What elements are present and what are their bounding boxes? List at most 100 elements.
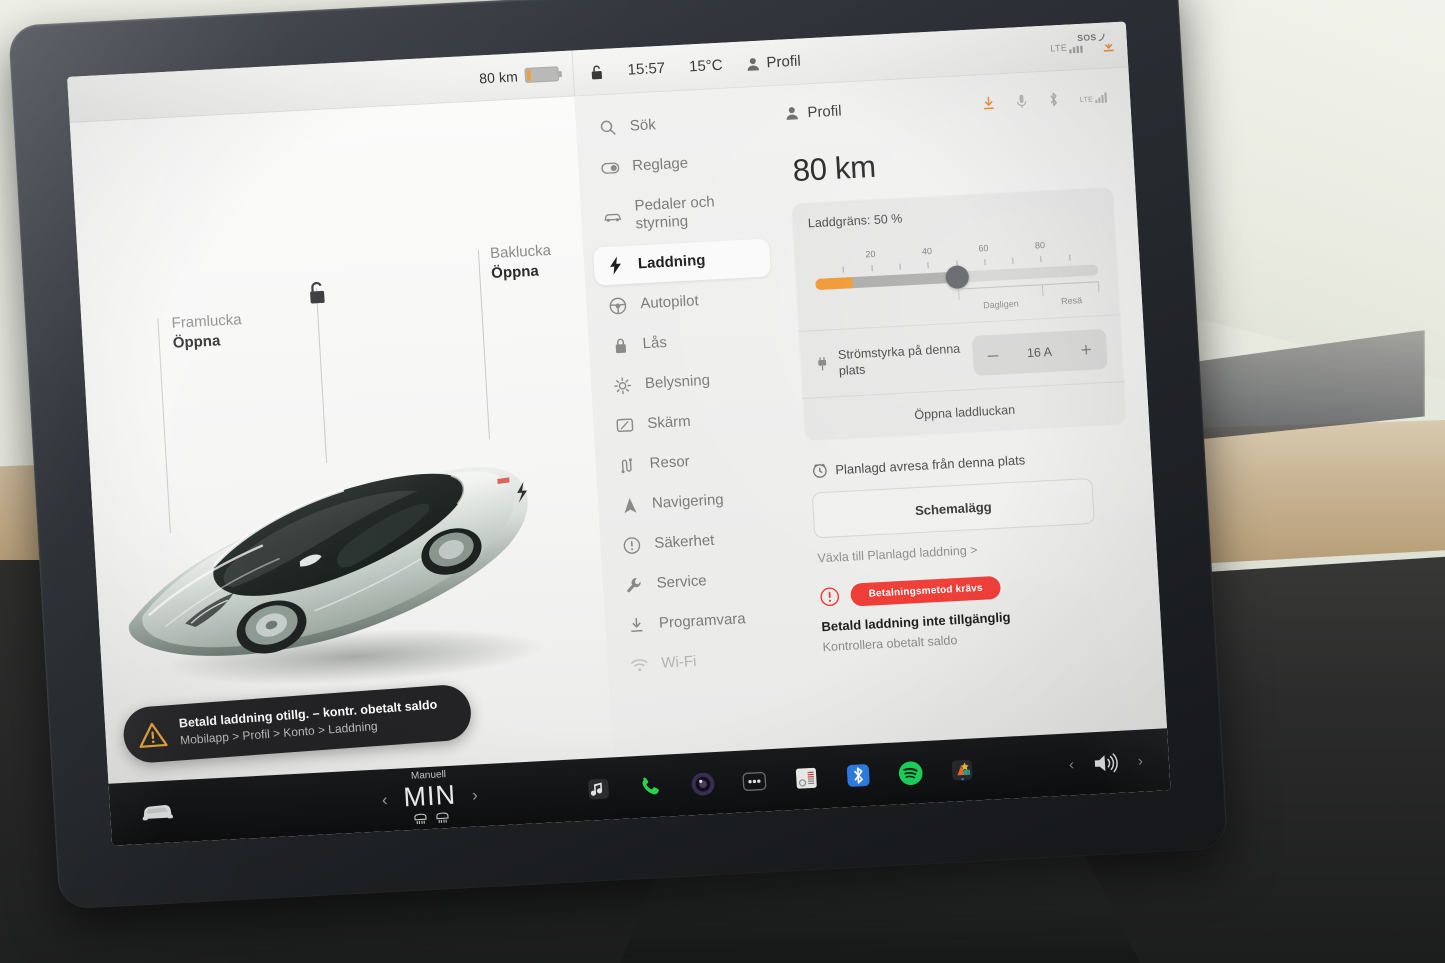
sidebar-item-navigering[interactable]: Navigering — [607, 478, 785, 525]
sidebar-label: Navigering — [651, 491, 725, 512]
rear-trunk-title: Baklucka — [489, 241, 552, 263]
alert-circle-icon — [820, 586, 840, 606]
display-icon — [615, 418, 635, 433]
sidebar-item-belysning[interactable]: Belysning — [600, 358, 778, 405]
seat-heater-row[interactable] — [412, 812, 450, 826]
charge-limit-slider[interactable]: 20 40 60 80 Dagligen Resä — [814, 237, 1101, 326]
amperage-stepper[interactable]: – 16 A + — [971, 328, 1108, 376]
climate-control[interactable]: ‹ Manuell MIN › — [278, 763, 581, 833]
switch-to-scheduled-charging-link[interactable]: Växla till Planlagd laddning > — [817, 535, 1134, 565]
music-note-icon[interactable] — [585, 775, 612, 802]
unlocked-padlock-icon[interactable] — [303, 280, 329, 312]
scheduled-departure-title: Planlagd avresa från denna plats — [834, 452, 1026, 478]
seat-heater-left-icon[interactable] — [412, 813, 428, 826]
bluetooth-icon[interactable] — [1047, 91, 1059, 108]
content-header: Profil LTE — [785, 83, 1109, 128]
volume-icon[interactable] — [1092, 751, 1119, 773]
charge-limit-card: Laddgräns: 50 % 20 40 60 80 Dagligen Res… — [790, 186, 1128, 442]
front-trunk-title: Framlucka — [171, 311, 243, 332]
climate-increase-button[interactable]: › — [471, 785, 478, 805]
tesla-touchscreen[interactable]: 80 km 15:57 15°C Profil LTE SOS Framluck… — [67, 21, 1171, 846]
slider-knob[interactable] — [944, 265, 969, 290]
slider-tick-number: 80 — [1034, 240, 1046, 251]
sidebar-item-laddning[interactable]: Laddning — [592, 238, 771, 286]
wifi-icon — [629, 658, 649, 672]
toybox-icon[interactable] — [948, 756, 975, 783]
temperature[interactable]: 15°C — [689, 57, 723, 76]
sos-button[interactable]: SOS — [1069, 28, 1113, 47]
climate-decrease-button[interactable]: ‹ — [381, 790, 388, 810]
sidebar-item-service[interactable]: Service — [612, 558, 790, 605]
lock-status-icon[interactable] — [589, 63, 604, 80]
rear-trunk-control[interactable]: Baklucka Öppna — [490, 241, 553, 284]
payment-required-badge[interactable]: Betalningsmetod krävs — [850, 575, 1002, 607]
amperage-label: Strömstyrka på denna plats — [837, 341, 961, 378]
trips-icon — [617, 457, 637, 473]
amperage-minus-button[interactable]: – — [987, 344, 999, 366]
sidebar-item-sakerhet[interactable]: Säkerhet — [609, 518, 787, 565]
car-status-button[interactable] — [110, 797, 281, 824]
slider-tick — [1068, 254, 1071, 261]
slider-tick — [984, 259, 986, 266]
phone-icon[interactable] — [637, 773, 664, 800]
volume-next-button[interactable]: › — [1137, 752, 1143, 769]
sidebar-label: Reglage — [631, 154, 689, 175]
sos-arc-icon — [1098, 33, 1105, 41]
slider-tick — [927, 262, 929, 269]
sidebar-label: Sök — [629, 116, 657, 135]
sidebar-item-las[interactable]: Lås — [598, 318, 776, 365]
trip-label: Resä — [1060, 295, 1083, 307]
slider-tick — [899, 263, 901, 270]
amperage-value: 16 A — [1026, 344, 1053, 361]
sidebar-item-sok[interactable]: Sök — [585, 101, 763, 148]
seat-heater-right-icon[interactable] — [434, 812, 450, 825]
safety-icon — [622, 536, 642, 554]
sidebar-item-resor[interactable]: Resor — [605, 438, 783, 485]
person-icon — [786, 107, 799, 120]
climate-display[interactable]: Manuell MIN — [402, 769, 458, 827]
car-visualization-panel[interactable]: Framlucka Öppna Baklucka Öppna Betald la… — [69, 96, 613, 784]
sidebar-item-reglage[interactable]: Reglage — [587, 141, 765, 188]
radio-icon[interactable] — [793, 765, 820, 792]
volume-control[interactable]: ‹ › — [1068, 749, 1169, 775]
spotify-icon[interactable] — [896, 759, 923, 786]
download-icon[interactable] — [982, 95, 996, 111]
download-icon — [627, 616, 647, 633]
sidebar-item-programvara[interactable]: Programvara — [614, 598, 792, 645]
battery-icon — [524, 66, 560, 84]
bolt-icon — [606, 256, 626, 275]
sidebar-label: Belysning — [644, 371, 711, 393]
range-text: 80 km — [478, 67, 519, 86]
volume-previous-button[interactable]: ‹ — [1068, 756, 1074, 773]
sidebar-item-autopilot[interactable]: Autopilot — [595, 278, 773, 325]
more-dots-icon[interactable] — [741, 767, 768, 794]
sidebar-label: Service — [656, 572, 708, 592]
slider-tick — [1040, 256, 1042, 263]
amperage-plus-button[interactable]: + — [1080, 339, 1092, 361]
daily-label: Dagligen — [982, 298, 1019, 311]
front-trunk-control[interactable]: Framlucka Öppna — [171, 310, 243, 353]
sidebar-item-pedaler-och-styrning[interactable]: Pedaler och styrning — [590, 181, 769, 246]
sidebar-label: Resor — [649, 452, 691, 472]
schedule-button[interactable]: Schemalägg — [811, 477, 1095, 539]
tesla-model-3-icon[interactable] — [95, 397, 581, 701]
sidebar-item-wifi[interactable]: Wi-Fi — [616, 638, 794, 685]
microphone-icon[interactable] — [1015, 93, 1027, 109]
warning-triangle-icon — [139, 722, 168, 748]
search-icon — [598, 119, 618, 136]
range-heading: 80 km — [791, 148, 877, 189]
sidebar-label: Autopilot — [639, 292, 700, 313]
slider-tick-number: 40 — [921, 245, 933, 257]
bluetooth-app-icon[interactable] — [845, 762, 872, 789]
sidebar-item-skarm[interactable]: Skärm — [602, 398, 780, 445]
profile-button[interactable]: Profil — [746, 53, 801, 73]
steering-icon — [608, 296, 628, 314]
touchscreen-assembly: 80 km 15:57 15°C Profil LTE SOS Framluck… — [8, 0, 1229, 914]
front-trunk-action: Öppna — [172, 332, 221, 352]
sidebar-label: Laddning — [637, 251, 706, 273]
settings-panel: Sök Reglage Pedaler och styrning Laddnin… — [574, 67, 1168, 758]
clock[interactable]: 15:57 — [627, 60, 665, 79]
camera-icon[interactable] — [689, 770, 716, 797]
car-front-icon — [142, 805, 173, 821]
plug-icon — [818, 357, 827, 371]
